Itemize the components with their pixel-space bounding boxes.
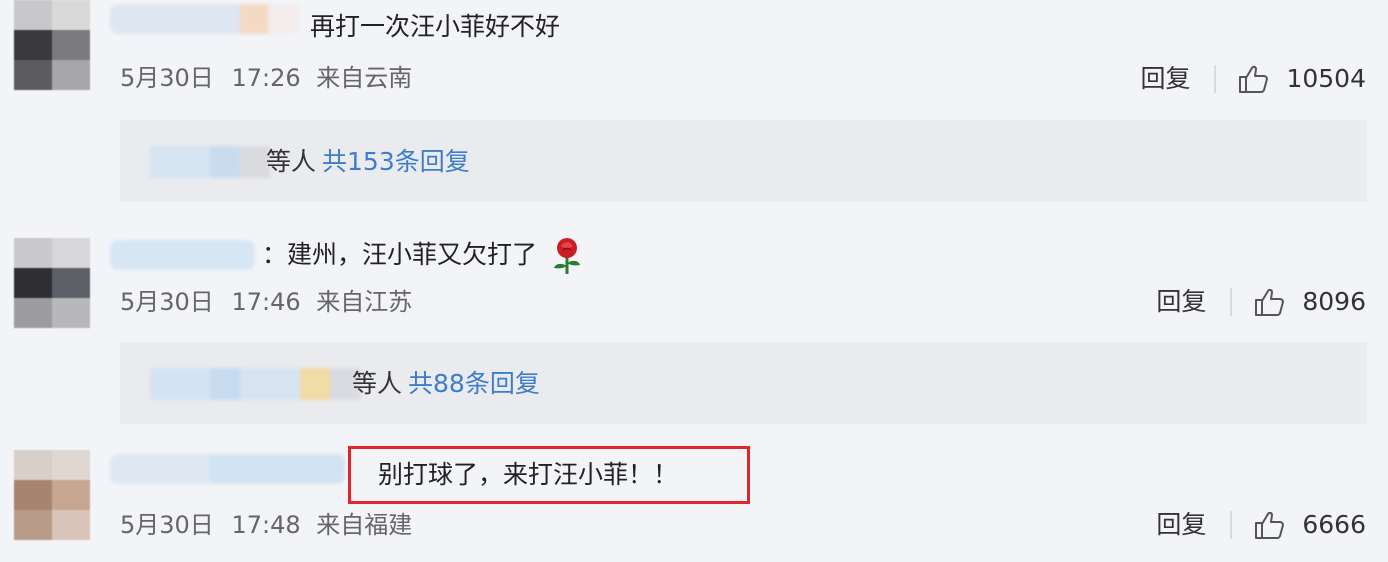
divider <box>1214 65 1217 93</box>
comment-text-content: ：建州，汪小菲又欠打了 <box>262 240 538 269</box>
comment-time: 17:46 <box>231 288 301 316</box>
thumbs-up-icon <box>1239 65 1269 93</box>
comment-meta: 5月30日 17:46 来自江苏 <box>120 287 412 317</box>
like-button[interactable]: 6666 <box>1254 510 1366 540</box>
reply-button[interactable]: 回复 <box>1140 64 1190 94</box>
like-button[interactable]: 8096 <box>1254 287 1366 317</box>
replies-summary[interactable]: 等人 共88条回复 <box>120 342 1367 424</box>
comment-source: 来自福建 <box>316 511 413 539</box>
username-blurred[interactable] <box>110 4 300 34</box>
reply-users-blurred <box>150 368 360 400</box>
comment-source: 来自云南 <box>316 64 413 92</box>
comment-actions: 回复 10504 <box>1140 64 1366 94</box>
comment-meta: 5月30日 17:26 来自云南 <box>120 63 412 93</box>
comment-time: 17:26 <box>231 64 301 92</box>
comment-date: 5月30日 <box>120 288 214 316</box>
replies-others: 等人 <box>266 147 317 176</box>
comment-source: 来自江苏 <box>316 288 413 316</box>
thumbs-up-icon <box>1255 288 1285 316</box>
comment-text: 再打一次汪小菲好不好 <box>310 12 561 41</box>
comment-actions: 回复 6666 <box>1156 510 1366 540</box>
like-count: 10504 <box>1286 64 1366 93</box>
thumbs-up-icon <box>1255 511 1285 539</box>
like-count: 8096 <box>1302 287 1366 316</box>
reply-button[interactable]: 回复 <box>1156 287 1206 317</box>
comment-text: 别打球了，来打汪小菲！！ <box>378 460 679 489</box>
comment-meta: 5月30日 17:48 来自福建 <box>120 510 412 540</box>
like-button[interactable]: 10504 <box>1238 64 1366 94</box>
rose-icon <box>553 238 580 274</box>
avatar[interactable] <box>14 0 90 90</box>
comment-actions: 回复 8096 <box>1156 287 1366 317</box>
reply-button[interactable]: 回复 <box>1156 510 1206 540</box>
divider <box>1230 288 1233 316</box>
replies-count-link[interactable]: 共88条回复 <box>408 369 540 398</box>
replies-summary[interactable]: 等人 共153条回复 <box>120 120 1367 202</box>
replies-count-link[interactable]: 共153条回复 <box>322 147 470 176</box>
replies-others: 等人 <box>352 369 403 398</box>
comment-date: 5月30日 <box>120 64 214 92</box>
like-count: 6666 <box>1302 510 1366 539</box>
comment-date: 5月30日 <box>120 511 214 539</box>
avatar[interactable] <box>14 238 90 328</box>
username-blurred[interactable] <box>110 454 345 484</box>
reply-users-blurred <box>150 146 270 178</box>
username-blurred[interactable] <box>110 240 255 270</box>
comment-time: 17:48 <box>231 511 301 539</box>
comment-text: ：建州，汪小菲又欠打了 <box>262 236 583 276</box>
divider <box>1230 511 1233 539</box>
avatar[interactable] <box>14 450 90 540</box>
comment-list: 再打一次汪小菲好不好 5月30日 17:26 来自云南 回复 10504 等人 … <box>0 0 1388 562</box>
